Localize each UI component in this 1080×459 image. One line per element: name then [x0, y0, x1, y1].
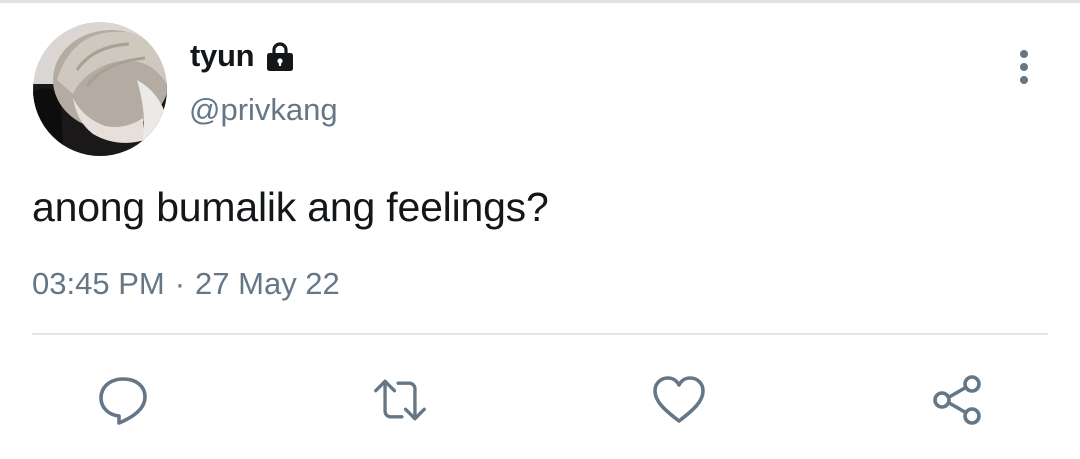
heart-icon	[653, 376, 705, 423]
top-divider	[0, 0, 1080, 3]
display-name[interactable]: tyun	[190, 38, 255, 74]
more-vertical-icon[interactable]	[1010, 48, 1038, 88]
user-handle[interactable]: @privkang	[189, 92, 338, 128]
user-name-row: tyun	[190, 36, 296, 76]
share-button[interactable]	[929, 372, 985, 428]
avatar-photo	[33, 22, 167, 156]
reply-button[interactable]	[95, 372, 151, 428]
actions-divider	[32, 333, 1048, 335]
reply-icon	[99, 377, 147, 425]
lock-icon	[264, 40, 296, 72]
share-icon	[933, 375, 981, 425]
meta-separator: ·	[174, 266, 186, 301]
retweet-icon	[374, 379, 426, 421]
tweet-time: 03:45 PM	[32, 266, 165, 301]
tweet-timestamp: 03:45 PM · 27 May 22	[32, 266, 340, 302]
like-button[interactable]	[651, 372, 707, 428]
tweet-text: anong bumalik ang feelings?	[32, 184, 549, 230]
avatar[interactable]	[33, 22, 167, 156]
retweet-button[interactable]	[372, 372, 428, 428]
tweet-date: 27 May 22	[195, 266, 340, 301]
